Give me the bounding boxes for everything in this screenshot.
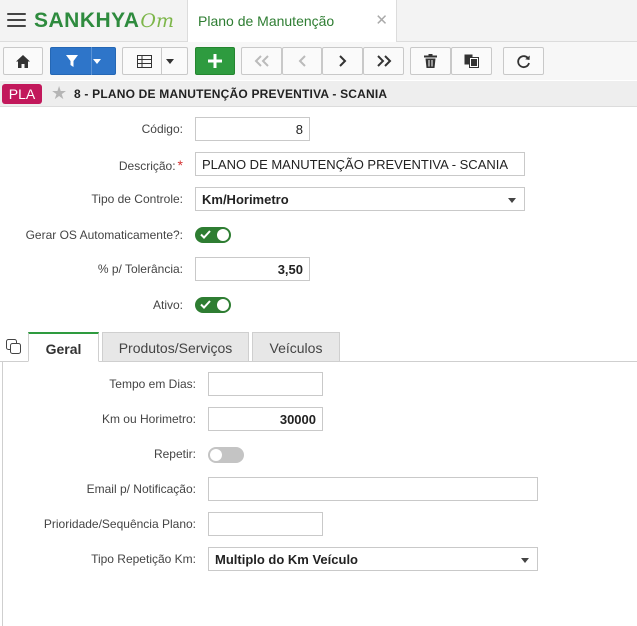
chevron-down-icon — [93, 58, 101, 64]
check-icon — [200, 230, 211, 239]
gerar-os-label: Gerar OS Automaticamente?: — [25, 228, 183, 242]
tolerancia-field[interactable]: 3,50 — [195, 257, 310, 281]
home-button[interactable] — [3, 47, 43, 75]
record-header: PLA ★ 8 - PLANO DE MANUTENÇÃO PREVENTIVA… — [0, 81, 637, 107]
double-chevron-right-icon — [376, 55, 391, 67]
repetir-label: Repetir: — [153, 447, 196, 461]
record-title: 8 - PLANO DE MANUTENÇÃO PREVENTIVA - SCA… — [74, 87, 388, 101]
add-button[interactable] — [195, 47, 235, 75]
tab-produtos-servicos[interactable]: Produtos/Serviços — [102, 332, 249, 362]
logo-brand: SANKHYA — [34, 9, 140, 32]
star-icon[interactable]: ★ — [51, 83, 67, 103]
tipo-controle-select[interactable]: Km/Horimetro — [195, 187, 525, 211]
repetir-toggle[interactable] — [208, 447, 244, 463]
app-tab-title: Plano de Manutenção — [198, 13, 335, 29]
chevron-down-icon — [521, 558, 529, 563]
trash-icon — [424, 54, 437, 68]
codigo-label: Código: — [141, 122, 183, 136]
delete-button[interactable] — [410, 47, 451, 75]
tab-geral[interactable]: Geral — [28, 332, 99, 362]
km-horimetro-field[interactable]: 30000 — [208, 407, 323, 431]
chevron-left-icon — [298, 55, 306, 67]
app-tab-plano[interactable]: Plano de Manutenção ✕ — [187, 0, 397, 42]
required-marker: * — [177, 157, 183, 173]
copy-icon — [464, 54, 479, 68]
tipo-controle-label: Tipo de Controle: — [91, 192, 183, 206]
toolbar — [0, 42, 637, 80]
last-record-button[interactable] — [363, 47, 404, 75]
first-record-button[interactable] — [241, 47, 282, 75]
next-record-button[interactable] — [322, 47, 363, 75]
codigo-field[interactable]: 8 — [195, 117, 310, 141]
filter-button[interactable] — [50, 47, 116, 75]
duplicate-button[interactable] — [451, 47, 492, 75]
prioridade-label: Prioridade/Sequência Plano: — [43, 517, 196, 531]
copy-layout-icon[interactable] — [6, 339, 22, 358]
check-icon — [200, 300, 211, 309]
tipo-controle-value: Km/Horimetro — [202, 192, 289, 207]
tempo-dias-field[interactable] — [208, 372, 323, 396]
tempo-dias-label: Tempo em Dias: — [109, 377, 196, 391]
refresh-icon — [517, 54, 530, 68]
chevron-right-icon — [338, 55, 346, 67]
logo: SANKHYAOm — [34, 9, 174, 33]
descricao-field[interactable]: PLANO DE MANUTENÇÃO PREVENTIVA - SCANIA — [195, 152, 525, 176]
chevron-down-icon — [508, 198, 516, 203]
close-icon[interactable]: ✕ — [375, 11, 388, 29]
chevron-down-icon — [165, 58, 174, 64]
ativo-toggle[interactable] — [195, 297, 231, 313]
tipo-repeticao-value: Multiplo do Km Veículo — [215, 552, 358, 567]
tipo-repeticao-select[interactable]: Multiplo do Km Veículo — [208, 547, 538, 571]
tolerancia-label: % p/ Tolerância: — [97, 262, 183, 276]
refresh-button[interactable] — [503, 47, 544, 75]
gerar-os-toggle[interactable] — [195, 227, 231, 243]
tab-veiculos[interactable]: Veículos — [252, 332, 340, 362]
menu-icon[interactable] — [7, 13, 26, 28]
ativo-label: Ativo: — [152, 298, 183, 312]
home-icon — [16, 54, 30, 68]
descricao-label: Descrição: * — [119, 157, 183, 173]
filter-icon — [66, 54, 78, 67]
km-horimetro-label: Km ou Horimetro: — [101, 412, 196, 426]
previous-record-button[interactable] — [282, 47, 322, 75]
plus-icon — [208, 54, 222, 68]
double-chevron-left-icon — [254, 55, 269, 67]
logo-suffix: Om — [140, 10, 175, 32]
descricao-label-text: Descrição: — [118, 159, 176, 173]
grid-view-button[interactable] — [122, 47, 188, 75]
top-bar: SANKHYAOm Plano de Manutenção ✕ — [0, 0, 637, 42]
tipo-repeticao-label: Tipo Repetição Km: — [91, 552, 196, 566]
grid-icon — [136, 54, 152, 68]
entity-badge: PLA — [2, 84, 42, 104]
prioridade-field[interactable] — [208, 512, 323, 536]
email-label: Email p/ Notificação: — [86, 482, 196, 496]
email-field[interactable] — [208, 477, 538, 501]
